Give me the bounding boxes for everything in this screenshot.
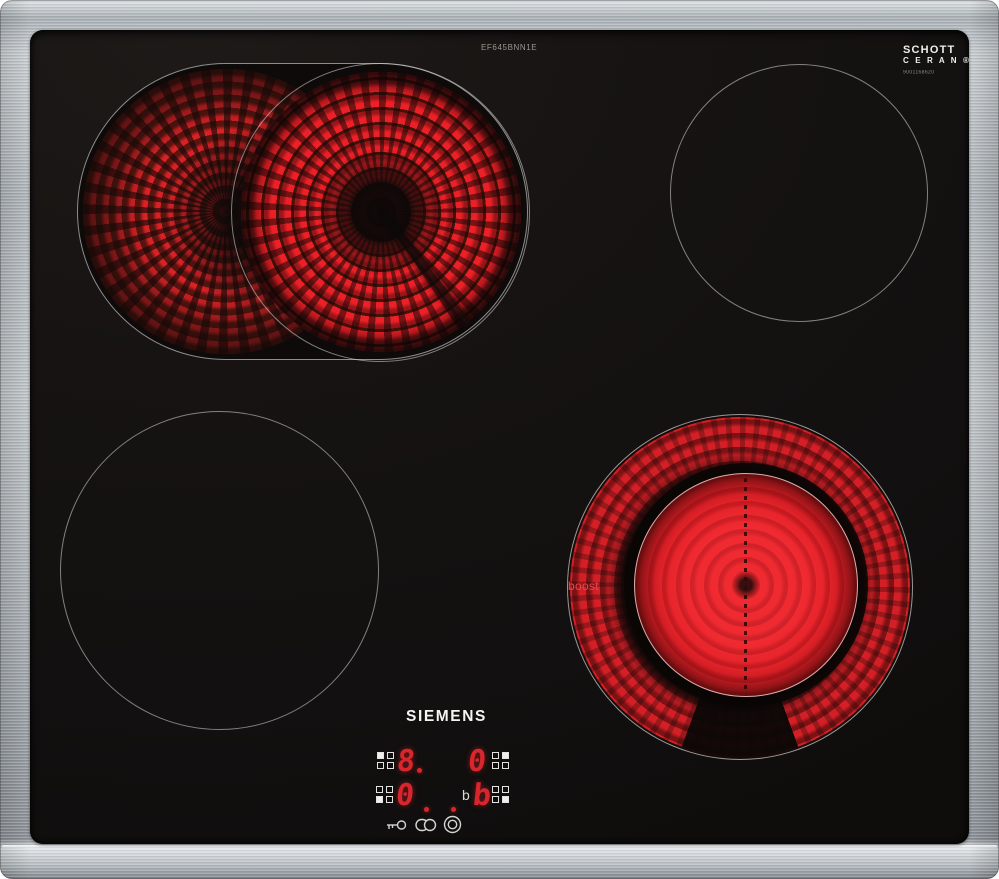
schott-ceran-logo: SCHOTT C E R A N ® 9001168620 bbox=[903, 45, 971, 76]
seg-display-front-right: b bbox=[471, 781, 492, 811]
zone-select-rear-left-button[interactable] bbox=[377, 752, 394, 769]
dual-circuit-button[interactable] bbox=[443, 815, 462, 834]
extension-zone-button[interactable] bbox=[415, 818, 437, 832]
double-ring-icon bbox=[443, 815, 462, 834]
oval-zone-icon bbox=[415, 818, 437, 832]
booster-prefix-label: b bbox=[462, 788, 470, 802]
square-top-left bbox=[377, 752, 384, 759]
coil-divider-dotted-line bbox=[744, 478, 747, 693]
key-icon bbox=[385, 818, 407, 832]
frame-edge-highlight bbox=[2, 845, 997, 848]
seg-display-rear-right: 0 bbox=[466, 747, 487, 777]
schott-logo-line2: C E R A N ® bbox=[903, 57, 971, 65]
ceramic-hob: EF645BNN1E SCHOTT C E R A N ® 9001168620… bbox=[0, 0, 999, 879]
heating-zone-rear-right bbox=[670, 64, 928, 322]
zone-select-front-left-button[interactable] bbox=[376, 786, 393, 803]
model-number-label: EF645BNN1E bbox=[481, 43, 537, 52]
zone-outline-rear-left-main-circle bbox=[231, 63, 530, 362]
seg-display-rear-left: 8 bbox=[395, 747, 416, 777]
seg-display-front-left: 0 bbox=[394, 781, 415, 811]
extension-zone-led bbox=[424, 807, 429, 812]
boost-label: boost bbox=[568, 579, 599, 593]
seg-display-rear-left-dot bbox=[417, 768, 422, 773]
key-lock-button[interactable] bbox=[385, 818, 407, 832]
square-top-right bbox=[502, 752, 509, 759]
heating-zone-front-left bbox=[60, 411, 379, 730]
zone-select-front-right-button[interactable] bbox=[492, 786, 509, 803]
schott-serial-number: 9001168620 bbox=[903, 70, 961, 75]
square-bottom-left bbox=[376, 796, 383, 803]
schott-logo-line1: SCHOTT bbox=[903, 45, 971, 57]
dual-circuit-led bbox=[451, 807, 456, 812]
square-bottom-right bbox=[502, 796, 509, 803]
zone-select-rear-right-button[interactable] bbox=[492, 752, 509, 769]
siemens-logo: SIEMENS bbox=[406, 708, 487, 726]
